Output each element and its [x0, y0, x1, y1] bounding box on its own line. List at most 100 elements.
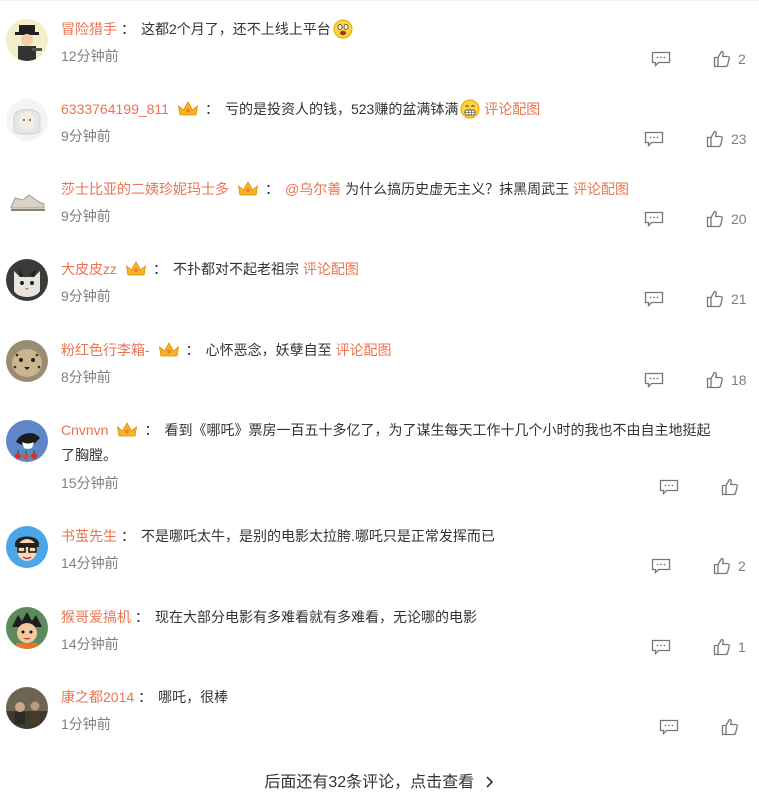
like-button[interactable]: 2	[713, 49, 746, 69]
comment-image-link[interactable]: 评论配图	[484, 101, 540, 117]
like-button[interactable]: 21	[706, 289, 747, 309]
view-more-label: 后面还有32条评论，点击查看	[264, 774, 475, 791]
grinning-face-emoji-icon	[460, 99, 480, 119]
user-avatar[interactable]	[6, 99, 48, 141]
cheetah-avatar	[6, 340, 48, 382]
colon-separator: ：	[153, 261, 167, 277]
colon-separator: ：	[144, 422, 159, 438]
user-avatar[interactable]	[6, 259, 48, 301]
vip-crown-icon	[158, 341, 180, 359]
vip-crown-icon	[125, 260, 147, 278]
comment-time: 14分钟前	[61, 555, 119, 571]
comment-time: 9分钟前	[61, 128, 111, 144]
thumbs-up-icon	[706, 371, 723, 389]
thumbs-up-icon	[713, 557, 730, 575]
like-button[interactable]: 2	[713, 556, 746, 576]
like-count: 20	[731, 211, 747, 227]
like-count: 21	[731, 291, 747, 307]
top-divider	[0, 0, 759, 1]
like-button[interactable]: 20	[706, 209, 747, 229]
user-avatar[interactable]	[6, 687, 48, 729]
chevron-right-icon	[479, 774, 495, 791]
comment-text: 现在大部分电影有多难看就有多难看，无论哪的电影	[155, 609, 477, 625]
comment-text: 心怀恶念，妖孽自至	[205, 342, 332, 358]
comment-image-link[interactable]: 评论配图	[573, 181, 629, 197]
like-count: 23	[731, 131, 747, 147]
comment-image-link[interactable]: 评论配图	[303, 261, 359, 277]
colon-separator: ：	[138, 689, 153, 705]
comment-image-link[interactable]: 评论配图	[336, 342, 392, 358]
comment-time: 1分钟前	[61, 716, 111, 732]
vip-crown-icon	[116, 421, 138, 439]
thumbs-up-icon	[706, 290, 723, 308]
cartoon-gunman-avatar	[6, 19, 48, 61]
like-button[interactable]	[721, 717, 746, 737]
user-avatar[interactable]	[6, 607, 48, 649]
thumbs-up-icon	[721, 478, 738, 496]
cat-avatar	[6, 259, 48, 301]
thumbs-up-icon	[721, 718, 738, 736]
like-count: 2	[738, 558, 746, 574]
photo-avatar	[6, 687, 48, 729]
username-link[interactable]: 书茧先生	[61, 528, 117, 544]
username-link[interactable]: 莎士比亚的二姨珍妮玛士多	[61, 181, 229, 197]
reply-comment-icon[interactable]	[644, 131, 664, 148]
like-count: 2	[738, 51, 746, 67]
reply-comment-icon[interactable]	[651, 558, 671, 575]
username-link[interactable]: 冒险猎手	[61, 21, 117, 37]
reply-comment-icon[interactable]	[659, 719, 679, 736]
view-more-comments-link[interactable]: 后面还有32条评论，点击查看	[0, 768, 759, 792]
colon-separator: ：	[265, 181, 279, 197]
reply-comment-icon[interactable]	[651, 51, 671, 68]
comment-time: 8分钟前	[61, 369, 111, 385]
comment-text: 不是哪吒太牛，是别的电影太拉胯.哪吒只是正常发挥而已	[141, 528, 495, 544]
username-link[interactable]: 猴哥爱搞机	[61, 609, 131, 625]
colon-separator: ：	[121, 21, 135, 37]
username-link[interactable]: Cnvnvn	[61, 422, 108, 438]
vip-crown-icon	[237, 180, 259, 198]
thumbs-up-icon	[713, 638, 730, 656]
user-avatar[interactable]	[6, 526, 48, 568]
comment-time: 12分钟前	[61, 48, 119, 64]
reply-comment-icon[interactable]	[651, 639, 671, 656]
vip-crown-icon	[177, 100, 199, 118]
comment-time: 15分钟前	[61, 475, 119, 491]
comment-text-continued: 了胸膛。	[61, 447, 117, 463]
thumbs-up-icon	[706, 130, 723, 148]
like-button[interactable]: 18	[706, 370, 747, 390]
mention-link[interactable]: @乌尔善	[285, 181, 341, 197]
anime-boy-avatar	[6, 607, 48, 649]
comment-text: 为什么搞历史虚无主义？抹黑周武王	[345, 181, 570, 197]
comment-text: 不扑都对不起老祖宗	[173, 261, 299, 277]
reply-comment-icon[interactable]	[659, 479, 679, 496]
reply-comment-icon[interactable]	[644, 372, 664, 389]
username-link[interactable]: 大皮皮zz	[61, 261, 117, 277]
colon-separator: ：	[121, 528, 135, 544]
thumbs-up-icon	[706, 210, 723, 228]
white-haired-figure-avatar	[6, 99, 48, 141]
username-link[interactable]: 粉红色行李箱-	[61, 342, 150, 358]
user-avatar[interactable]	[6, 420, 48, 462]
sneaker-avatar	[6, 179, 48, 221]
user-avatar[interactable]	[6, 340, 48, 382]
comment-text: 看到《哪吒》票房一百五十多亿了，为了谋生每天工作十几个小时的我也不由自主地挺起	[164, 422, 711, 438]
user-avatar[interactable]	[6, 19, 48, 61]
magpie-avatar	[6, 420, 48, 462]
comment-time: 14分钟前	[61, 636, 119, 652]
shocked-face-emoji-icon	[333, 19, 353, 39]
like-count: 18	[731, 372, 747, 388]
username-link[interactable]: 康之都2014	[61, 689, 134, 705]
comment-text: 亏的是投资人的钱，523赚的盆满钵满	[224, 101, 459, 117]
reply-comment-icon[interactable]	[644, 211, 664, 228]
thumbs-up-icon	[713, 50, 730, 68]
reply-comment-icon[interactable]	[644, 291, 664, 308]
username-link[interactable]: 6333764199_811	[61, 101, 169, 117]
like-button[interactable]	[721, 477, 746, 497]
like-button[interactable]: 23	[706, 129, 747, 149]
comment-text: 这都2个月了，还不上线上平台	[141, 21, 331, 37]
like-count: 1	[738, 639, 746, 655]
user-avatar[interactable]	[6, 179, 48, 221]
colon-separator: ：	[135, 609, 149, 625]
like-button[interactable]: 1	[713, 637, 746, 657]
comment-text: 哪吒，很棒	[158, 689, 229, 705]
